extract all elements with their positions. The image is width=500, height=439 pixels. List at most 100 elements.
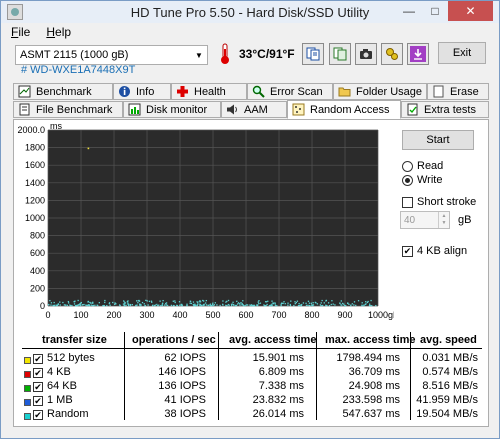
read-radio[interactable]: Read — [402, 160, 443, 172]
data-point — [103, 304, 105, 307]
options-button[interactable] — [381, 43, 403, 65]
data-point — [226, 304, 228, 307]
data-point — [227, 299, 230, 302]
data-point — [289, 304, 292, 307]
col-transfer-size: transfer size — [42, 334, 107, 346]
series-checkbox[interactable]: ✔ — [33, 409, 43, 423]
drive-select[interactable]: ASMT 2115 (1000 gB) ▼ — [15, 45, 208, 65]
data-point — [178, 301, 181, 303]
data-point — [194, 303, 196, 305]
transfer-size-cell: 1 MB — [47, 394, 73, 406]
data-point — [305, 302, 307, 304]
data-point — [56, 304, 59, 307]
series-checkbox[interactable]: ✔ — [33, 381, 43, 395]
data-point — [214, 302, 216, 304]
data-point — [127, 303, 129, 305]
menu-help[interactable]: Help — [46, 25, 71, 39]
max-access-cell: 36.709 ms — [348, 366, 400, 378]
series-checkbox[interactable]: ✔ — [33, 367, 43, 381]
write-radio-dot — [402, 174, 413, 186]
data-point — [147, 304, 149, 306]
data-point — [172, 304, 175, 307]
x-tick-label: 900 — [337, 310, 352, 320]
data-point — [137, 302, 139, 304]
close-button[interactable]: ✕ — [448, 1, 493, 21]
results-row: ✔ 4 KB 146 IOPS 6.809 ms 36.709 ms 0.574 MB/s — [22, 366, 482, 380]
align-4kb-checkbox[interactable]: ✔ 4 KB align — [402, 245, 467, 257]
exit-button[interactable]: Exit — [438, 42, 486, 64]
minimize-button[interactable]: — — [396, 1, 422, 21]
data-point — [66, 304, 69, 307]
start-button[interactable]: Start — [402, 130, 474, 150]
data-point — [186, 304, 188, 307]
data-point — [179, 304, 181, 307]
data-point — [316, 303, 319, 305]
data-point — [312, 302, 314, 304]
maximize-button[interactable]: □ — [422, 1, 448, 21]
data-point — [203, 300, 205, 302]
copy-screen-button[interactable] — [329, 43, 351, 65]
data-point — [320, 302, 322, 304]
temperature-readout: 33°C/91°F — [239, 47, 295, 61]
tab-random-access[interactable]: Random Access — [287, 100, 401, 119]
data-point — [325, 304, 327, 306]
tab-health[interactable]: Health — [171, 83, 247, 100]
data-point — [351, 303, 353, 305]
data-point — [90, 304, 93, 306]
tab-disk-monitor[interactable]: Disk monitor — [123, 101, 221, 118]
data-point — [199, 301, 202, 303]
options-icon — [386, 48, 398, 60]
tab-benchmark[interactable]: Benchmark — [13, 83, 113, 100]
tab-info[interactable]: Info — [113, 83, 171, 100]
data-point — [230, 303, 233, 306]
data-point — [213, 304, 216, 306]
data-point — [125, 304, 127, 307]
data-point — [348, 303, 350, 305]
tab-file-benchmark[interactable]: File Benchmark — [13, 101, 123, 118]
data-point — [280, 304, 282, 307]
data-point — [160, 304, 162, 307]
tab-label: Health — [194, 85, 226, 98]
data-point — [321, 299, 323, 302]
data-point — [50, 302, 53, 304]
data-point — [353, 301, 356, 303]
x-tick-label: 700 — [271, 310, 286, 320]
data-point — [79, 304, 81, 306]
data-point — [53, 301, 55, 304]
max-access-cell: 24.908 ms — [348, 380, 400, 392]
tab-extra-tests[interactable]: Extra tests — [401, 101, 489, 118]
tab-error-scan[interactable]: Error Scan — [247, 83, 333, 100]
data-point — [353, 304, 355, 306]
data-point — [246, 304, 249, 306]
data-point — [136, 300, 138, 302]
speaker-icon — [226, 103, 239, 116]
data-point — [361, 305, 363, 307]
short-stroke-input[interactable]: 40 ▲ ▼ — [400, 211, 450, 229]
tab-folder-usage[interactable]: Folder Usage — [333, 83, 427, 100]
data-point — [104, 299, 106, 302]
data-point — [85, 304, 87, 306]
data-point — [321, 304, 324, 307]
data-point — [77, 299, 79, 302]
series-checkbox[interactable]: ✔ — [33, 353, 43, 367]
screenshot-button[interactable] — [355, 43, 377, 65]
read-radio-label: Read — [417, 160, 444, 172]
menu-file[interactable]: File — [11, 25, 30, 39]
data-point — [236, 300, 238, 302]
write-radio[interactable]: Write — [402, 174, 442, 186]
data-point — [158, 304, 160, 306]
tab-aam[interactable]: AAM — [221, 101, 287, 118]
max-access-cell: 1798.494 ms — [336, 352, 400, 364]
thermometer-icon — [221, 43, 229, 64]
x-tick-label: 800 — [304, 310, 319, 320]
series-checkbox[interactable]: ✔ — [33, 395, 43, 409]
copy-info-button[interactable] — [302, 43, 324, 65]
data-point — [263, 304, 266, 307]
data-point — [258, 302, 260, 305]
data-point — [53, 304, 56, 307]
tab-erase[interactable]: Erase — [427, 83, 489, 100]
data-point — [237, 303, 239, 305]
data-point — [355, 304, 357, 307]
download-button[interactable] — [407, 43, 429, 65]
short-stroke-checkbox[interactable]: Short stroke — [402, 196, 476, 208]
